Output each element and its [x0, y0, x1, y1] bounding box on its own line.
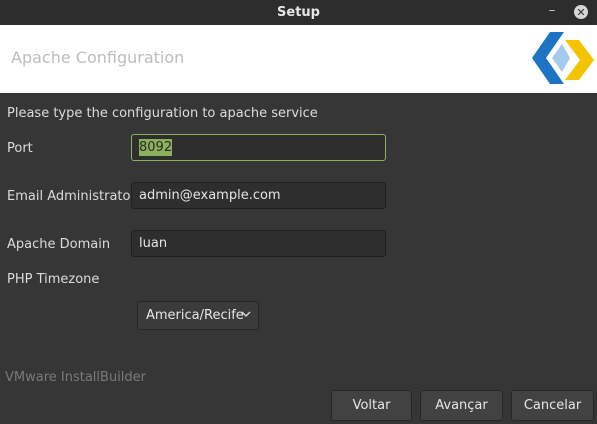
installbuilder-brand: VMware InstallBuilder	[5, 370, 147, 385]
cancel-button[interactable]: Cancelar	[511, 390, 594, 421]
minimize-icon[interactable]: –	[545, 4, 559, 18]
back-button[interactable]: Voltar	[331, 390, 412, 421]
window-title: Setup	[277, 5, 320, 20]
email-label: Email Administrator	[7, 189, 136, 204]
timezone-label: PHP Timezone	[7, 272, 100, 287]
timezone-selected: America/Recife	[146, 308, 244, 323]
chevron-down-icon	[241, 311, 251, 317]
port-value: 8092	[139, 139, 173, 156]
page-header: Apache Configuration	[0, 25, 597, 93]
port-label: Port	[7, 141, 33, 156]
email-input[interactable]: admin@example.com	[131, 182, 386, 209]
domain-value: luan	[139, 236, 168, 251]
installbuilder-logo-icon	[532, 32, 594, 84]
domain-label: Apache Domain	[7, 237, 111, 252]
port-input[interactable]: 8092	[131, 134, 386, 161]
next-button[interactable]: Avançar	[420, 390, 503, 421]
close-icon[interactable]: ✕	[574, 5, 588, 19]
email-value: admin@example.com	[139, 188, 281, 203]
domain-input[interactable]: luan	[131, 230, 386, 257]
window-titlebar: Setup	[0, 0, 597, 26]
timezone-select[interactable]: America/Recife	[137, 301, 259, 330]
page-title: Apache Configuration	[11, 48, 185, 67]
form-subtitle: Please type the configuration to apache …	[7, 106, 318, 121]
